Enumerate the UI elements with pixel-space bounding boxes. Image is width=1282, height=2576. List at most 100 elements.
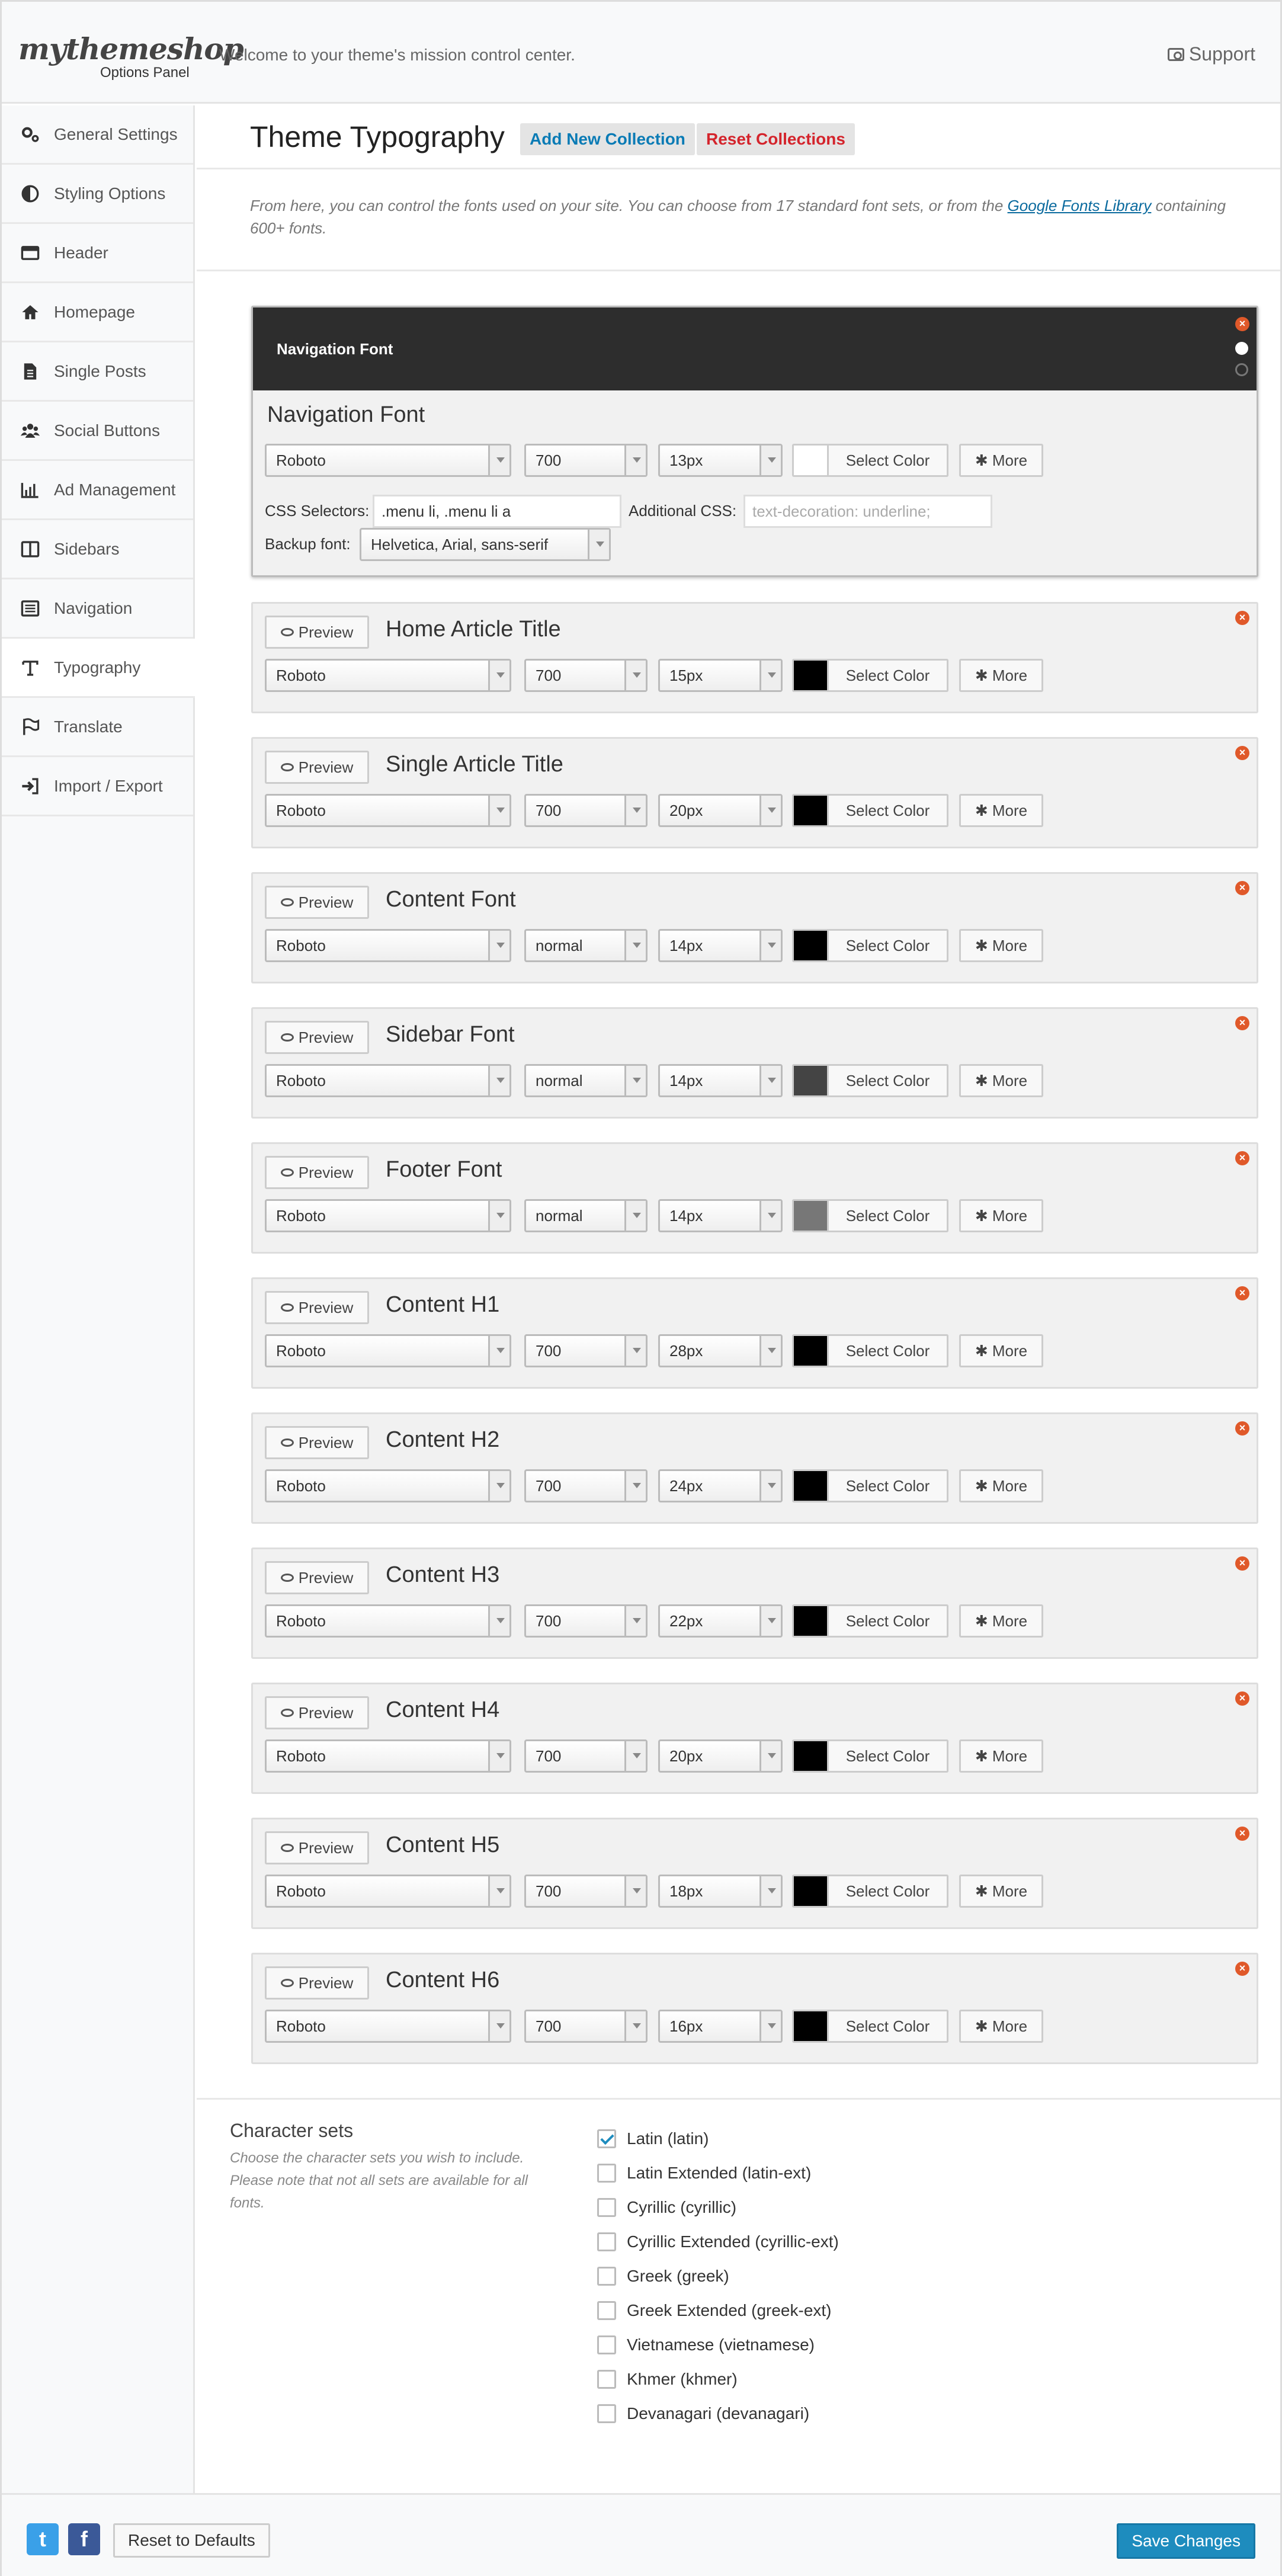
more-button[interactable]: ✱ More <box>959 1064 1043 1097</box>
checkbox[interactable] <box>597 2301 616 2320</box>
more-button[interactable]: ✱ More <box>959 794 1043 827</box>
color-swatch[interactable] <box>792 2010 829 2043</box>
close-icon[interactable]: × <box>1235 1286 1249 1300</box>
sidebar-item-styling-options[interactable]: Styling Options <box>2 165 193 224</box>
google-fonts-link[interactable]: Google Fonts Library <box>1008 197 1152 214</box>
sidebar-item-typography[interactable]: Typography <box>2 639 195 698</box>
sidebar-item-homepage[interactable]: Homepage <box>2 283 193 342</box>
select-color-button[interactable]: Select Color <box>829 1469 948 1502</box>
close-icon[interactable]: × <box>1235 1151 1249 1165</box>
preview-button[interactable]: Preview <box>265 616 369 649</box>
sidebar-item-single-posts[interactable]: Single Posts <box>2 342 193 402</box>
checkbox[interactable] <box>597 2404 616 2423</box>
select-color-button[interactable]: Select Color <box>829 1875 948 1908</box>
font-family-select[interactable]: Roboto <box>265 1739 511 1773</box>
font-weight-select[interactable]: normal <box>524 929 648 962</box>
select-color-button[interactable]: Select Color <box>829 1334 948 1367</box>
font-family-select[interactable]: Roboto <box>265 1064 511 1097</box>
twitter-icon[interactable]: t <box>27 2523 59 2555</box>
font-size-select[interactable]: 14px <box>658 929 783 962</box>
select-color-button[interactable]: Select Color <box>829 659 948 692</box>
font-family-select[interactable]: Roboto <box>265 929 511 962</box>
close-icon[interactable]: × <box>1235 1962 1249 1976</box>
close-icon[interactable]: × <box>1235 1421 1249 1436</box>
checkbox[interactable] <box>597 2232 616 2251</box>
preview-button[interactable]: Preview <box>265 1156 369 1189</box>
font-family-select[interactable]: Roboto <box>265 794 511 827</box>
select-color-button[interactable]: Select Color <box>829 1199 948 1232</box>
select-color-button[interactable]: Select Color <box>829 2010 948 2043</box>
select-color-button[interactable]: Select Color <box>829 929 948 962</box>
font-weight-select[interactable]: 700 <box>524 444 648 477</box>
font-size-select[interactable]: 20px <box>658 794 783 827</box>
sidebar-item-sidebars[interactable]: Sidebars <box>2 520 193 579</box>
checkbox[interactable] <box>597 2335 616 2354</box>
sidebar-item-ad-management[interactable]: Ad Management <box>2 461 193 520</box>
sidebar-item-navigation[interactable]: Navigation <box>2 579 193 639</box>
light-bg-radio[interactable] <box>1235 342 1248 355</box>
preview-button[interactable]: Preview <box>265 886 369 919</box>
preview-button[interactable]: Preview <box>265 1831 369 1864</box>
font-family-select[interactable]: Roboto <box>265 1875 511 1908</box>
font-size-select[interactable]: 13px <box>658 444 783 477</box>
font-weight-select[interactable]: 700 <box>524 1604 648 1638</box>
font-family-select[interactable]: Roboto <box>265 1199 511 1232</box>
font-size-select[interactable]: 14px <box>658 1199 783 1232</box>
preview-button[interactable]: Preview <box>265 1561 369 1594</box>
color-swatch[interactable] <box>792 1875 829 1908</box>
close-icon[interactable]: × <box>1235 1691 1249 1706</box>
preview-button[interactable]: Preview <box>265 1426 369 1459</box>
font-family-select[interactable]: Roboto <box>265 1604 511 1638</box>
dark-bg-radio[interactable] <box>1235 363 1248 376</box>
font-size-select[interactable]: 18px <box>658 1875 783 1908</box>
font-family-select[interactable]: Roboto <box>265 444 511 477</box>
font-size-select[interactable]: 20px <box>658 1739 783 1773</box>
sidebar-item-header[interactable]: Header <box>2 224 193 283</box>
more-button[interactable]: ✱ More <box>959 1739 1043 1773</box>
select-color-button[interactable]: Select Color <box>829 1064 948 1097</box>
close-icon[interactable]: × <box>1235 1016 1249 1030</box>
sidebar-item-import-export[interactable]: Import / Export <box>2 757 193 816</box>
support-link[interactable]: Support <box>1167 43 1255 65</box>
charset-option[interactable]: Vietnamese (vietnamese) <box>597 2333 815 2357</box>
font-weight-select[interactable]: normal <box>524 1199 648 1232</box>
font-weight-select[interactable]: 700 <box>524 659 648 692</box>
color-swatch[interactable] <box>792 1199 829 1232</box>
font-size-select[interactable]: 14px <box>658 1064 783 1097</box>
additional-css-input[interactable]: text-decoration: underline; <box>743 495 992 528</box>
select-color-button[interactable]: Select Color <box>829 1604 948 1638</box>
font-family-select[interactable]: Roboto <box>265 1334 511 1367</box>
select-color-button[interactable]: Select Color <box>829 794 948 827</box>
more-button[interactable]: ✱ More <box>959 1875 1043 1908</box>
font-weight-select[interactable]: 700 <box>524 1875 648 1908</box>
reset-defaults-button[interactable]: Reset to Defaults <box>113 2523 270 2558</box>
color-swatch[interactable] <box>792 1064 829 1097</box>
checkbox[interactable] <box>597 2129 616 2148</box>
color-swatch[interactable] <box>792 659 829 692</box>
font-size-select[interactable]: 15px <box>658 659 783 692</box>
font-weight-select[interactable]: 700 <box>524 1469 648 1502</box>
font-weight-select[interactable]: normal <box>524 1064 648 1097</box>
preview-button[interactable]: Preview <box>265 1696 369 1729</box>
color-swatch[interactable] <box>792 794 829 827</box>
charset-option[interactable]: Latin (latin) <box>597 2127 709 2151</box>
reset-collections-button[interactable]: Reset Collections <box>697 123 855 155</box>
checkbox[interactable] <box>597 2370 616 2389</box>
charset-option[interactable]: Devanagari (devanagari) <box>597 2402 809 2426</box>
more-button[interactable]: ✱ More <box>959 1469 1043 1502</box>
charset-option[interactable]: Greek (greek) <box>597 2264 729 2288</box>
sidebar-item-social-buttons[interactable]: Social Buttons <box>2 402 193 461</box>
close-icon[interactable]: × <box>1235 1556 1249 1571</box>
facebook-icon[interactable]: f <box>68 2523 100 2555</box>
more-button[interactable]: ✱ More <box>959 929 1043 962</box>
color-swatch[interactable] <box>792 1604 829 1638</box>
preview-button[interactable]: Preview <box>265 1966 369 2000</box>
backup-font-select[interactable]: Helvetica, Arial, sans-serif <box>360 528 611 561</box>
font-weight-select[interactable]: 700 <box>524 794 648 827</box>
charset-option[interactable]: Khmer (khmer) <box>597 2367 738 2391</box>
more-button[interactable]: ✱ More <box>959 1199 1043 1232</box>
checkbox[interactable] <box>597 2198 616 2217</box>
more-button[interactable]: ✱ More <box>959 2010 1043 2043</box>
close-icon[interactable]: × <box>1235 746 1249 760</box>
preview-button[interactable]: Preview <box>265 1021 369 1054</box>
